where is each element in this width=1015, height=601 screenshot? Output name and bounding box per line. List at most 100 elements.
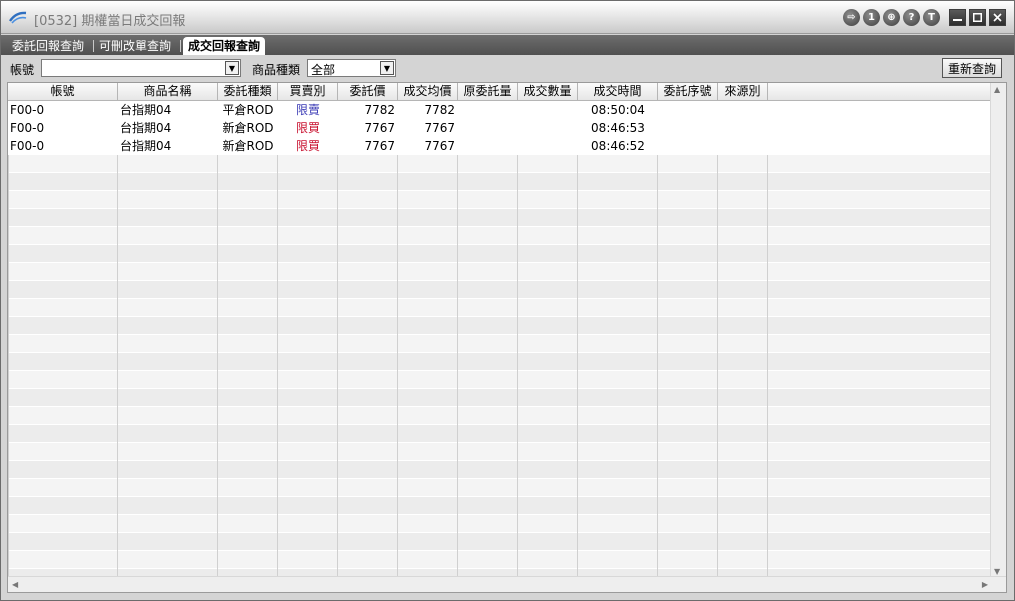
header-col-order-price[interactable]: 委託價 [338,83,398,101]
header-col-order-type[interactable]: 委託種類 [218,83,278,101]
cell-filled-qty [518,119,578,137]
cell-fill-time: 08:46:53 [591,121,645,135]
cell-order-price: 7767 [364,121,395,135]
empty-row [8,155,992,173]
empty-row [8,263,992,281]
fill-report-table[interactable]: 帳號 商品名稱 委託種類 買賣別 委託價 成交均價 原委託量 成交數量 成交時間 委託序號 來源別 … [7,82,1007,593]
empty-row [8,173,992,191]
empty-row [8,335,992,353]
empty-row [8,443,992,461]
product-type-label: 商品種類 [252,63,301,77]
title-buttons: ⇨ 1 ⊕ ? T [843,9,1006,26]
empty-row [8,281,992,299]
column-divider [397,83,398,578]
column-divider [517,83,518,578]
header-col-source[interactable]: 來源別 [718,83,768,101]
help-icon[interactable]: ? [903,9,920,26]
tab-fill-report[interactable]: 成交回報查詢 [183,37,266,55]
scroll-down-icon[interactable]: ▼ [994,567,1000,576]
title-bar[interactable]: [0532] 期權當日成交回報 ⇨ 1 ⊕ ? T [1,1,1014,34]
maximize-button[interactable] [969,9,986,26]
tab-modifiable-orders[interactable]: 可刪改單查詢 [94,37,176,55]
app-logo-icon [9,11,27,24]
header-col-product-name[interactable]: 商品名稱 [118,83,218,101]
cell-avg-price: 7767 [424,121,455,135]
empty-row [8,227,992,245]
cell-order-type: 平倉ROD [222,103,274,117]
cell-side: 限買 [295,139,320,153]
tab-separator [180,40,181,52]
empty-row [8,245,992,263]
export-icon[interactable]: ⇨ [843,9,860,26]
column-divider [217,83,218,578]
scroll-up-icon[interactable]: ▲ [994,85,1000,94]
cell-order-type: 新倉ROD [222,139,274,153]
refresh-button[interactable]: 重新查詢 [942,58,1002,78]
one-icon[interactable]: 1 [863,9,880,26]
column-divider [577,83,578,578]
empty-row [8,209,992,227]
table-row[interactable]: F00-0 台指期04 新倉ROD 限買 7767 7767 08:46:53 [8,119,992,137]
empty-row [8,353,992,371]
cell-product-name: 台指期04 [120,103,172,117]
cell-source [718,137,768,155]
minimize-icon [953,19,962,21]
column-divider [457,83,458,578]
empty-row [8,551,992,569]
column-divider [657,83,658,578]
cell-avg-price: 7782 [424,103,455,117]
tab-order-report[interactable]: 委託回報查詢 [7,37,89,55]
header-col-account[interactable]: 帳號 [8,83,118,101]
print-icon[interactable]: ⊕ [883,9,900,26]
horizontal-scrollbar[interactable]: ◀ ▶ [8,576,1006,592]
header-col-avg-price[interactable]: 成交均價 [398,83,458,101]
cell-order-no [658,101,718,119]
cell-filled-qty [518,101,578,119]
product-type-value: 全部 [311,63,336,77]
empty-row [8,461,992,479]
empty-row [8,425,992,443]
cell-fill-time: 08:50:04 [591,103,645,117]
empty-row [8,479,992,497]
product-type-select[interactable]: 全部 ▼ [307,59,396,77]
cell-side: 限買 [295,121,320,135]
tab-bar: 委託回報查詢 可刪改單查詢 成交回報查詢 [1,35,1014,55]
empty-row [8,515,992,533]
scroll-right-icon[interactable]: ▶ [982,580,988,589]
cell-order-price: 7782 [364,103,395,117]
table-row[interactable]: F00-0 台指期04 新倉ROD 限買 7767 7767 08:46:52 [8,137,992,155]
topmost-icon[interactable]: T [923,9,940,26]
close-button[interactable] [989,9,1006,26]
header-col-orig-qty[interactable]: 原委託量 [458,83,518,101]
scroll-left-icon[interactable]: ◀ [12,580,18,589]
cell-source [718,119,768,137]
chevron-down-icon[interactable]: ▼ [380,61,394,75]
cell-source [718,101,768,119]
cell-account: F00-0 [10,139,45,153]
header-col-filled-qty[interactable]: 成交數量 [518,83,578,101]
header-col-fill-time[interactable]: 成交時間 [578,83,658,101]
column-divider [767,83,768,578]
cell-order-no [658,119,718,137]
header-col-side[interactable]: 買賣別 [278,83,338,101]
header-col-order-no[interactable]: 委託序號 [658,83,718,101]
account-select[interactable]: ▼ [41,59,241,77]
filter-bar: 帳號 ▼ 商品種類 全部 ▼ 重新查詢 [1,55,1014,81]
column-divider [277,83,278,578]
chevron-down-icon[interactable]: ▼ [225,61,239,75]
cell-filled-qty [518,137,578,155]
cell-order-no [658,137,718,155]
table-row[interactable]: F00-0 台指期04 平倉ROD 限賣 7782 7782 08:50:04 [8,101,992,119]
cell-order-price: 7767 [364,139,395,153]
empty-row [8,533,992,551]
cell-product-name: 台指期04 [120,139,172,153]
cell-side: 限賣 [295,103,320,117]
cell-product-name: 台指期04 [120,121,172,135]
minimize-button[interactable] [949,9,966,26]
empty-row [8,389,992,407]
maximize-icon [973,13,982,22]
vertical-scrollbar[interactable]: ▲ ▼ [990,83,1006,578]
empty-row [8,407,992,425]
cell-orig-qty [458,101,518,119]
empty-row [8,317,992,335]
